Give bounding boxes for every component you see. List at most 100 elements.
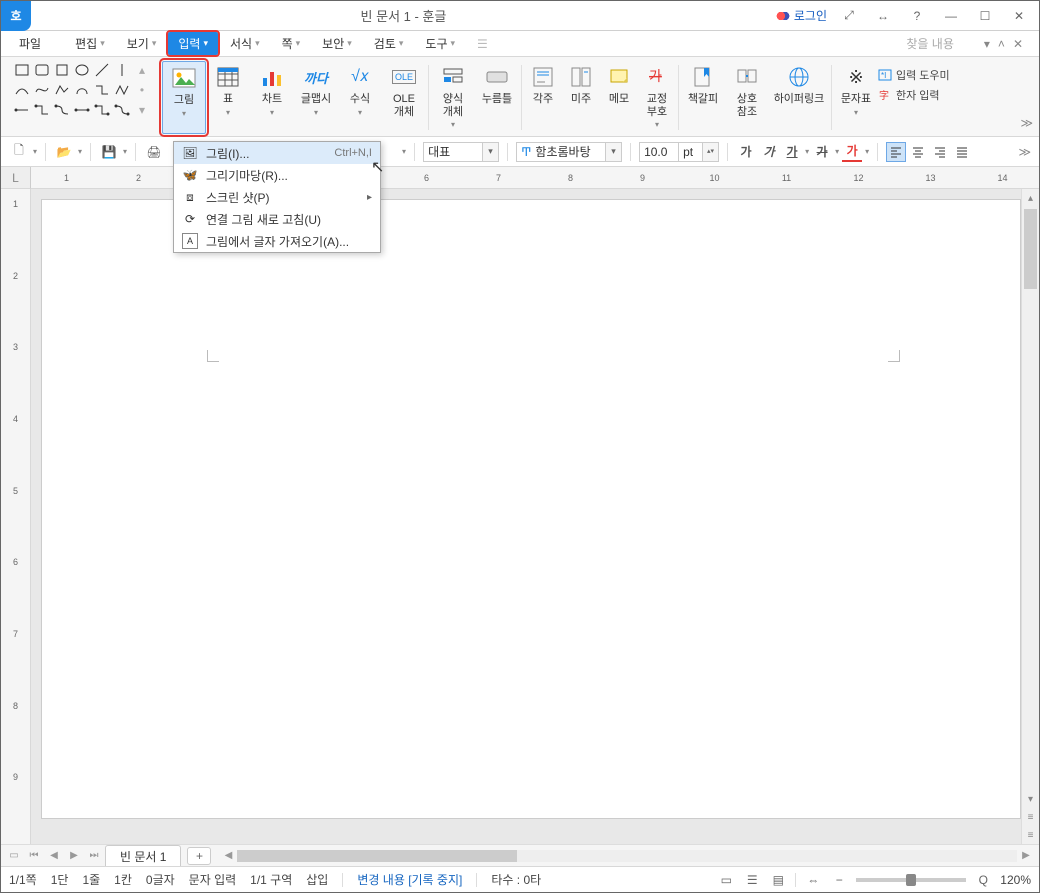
tab-last-icon[interactable]: ⏭ <box>85 847 103 865</box>
horizontal-ruler[interactable]: 1 2 3 4 5 6 7 8 9 10 11 12 13 14 <box>1 167 1039 189</box>
shape-scroll-mid-icon[interactable]: • <box>133 81 151 99</box>
add-tab-button[interactable]: + <box>187 847 211 865</box>
shapes-gallery[interactable]: ▴ • ▾ <box>7 61 157 134</box>
page-viewport[interactable] <box>31 189 1021 844</box>
menu-extra-icon[interactable]: ☰ <box>467 34 498 54</box>
menu-format[interactable]: 서식▾ <box>220 32 270 55</box>
shape-square-icon[interactable] <box>53 61 71 79</box>
scroll-down-icon[interactable]: ▾ <box>1022 790 1039 808</box>
menu-review[interactable]: 검토▾ <box>364 32 414 55</box>
dd-refresh-linked[interactable]: ⟳ 연결 그림 새로 고침(U) <box>174 208 380 230</box>
shape-conn3-icon[interactable] <box>53 101 71 119</box>
view-mode-icon[interactable]: ▭ <box>5 847 23 865</box>
shape-conn2-icon[interactable] <box>33 101 51 119</box>
menu-edit[interactable]: 편집▾ <box>65 32 115 55</box>
shape-conn6-icon[interactable] <box>113 101 131 119</box>
ribbon-charmap-button[interactable]: ※ 문자표 ▾ <box>834 61 878 134</box>
open-icon[interactable]: 📂 <box>54 142 74 162</box>
scroll-nextpage-icon[interactable]: ≡ <box>1022 826 1039 844</box>
shape-conn4-icon[interactable] <box>73 101 91 119</box>
hanja-input-button[interactable]: 字 한자 입력 <box>878 87 950 103</box>
document-page[interactable] <box>41 199 1021 819</box>
ribbon-crossref-button[interactable]: 상호 참조 <box>725 61 769 134</box>
menu-input[interactable]: 입력▾ <box>168 32 218 55</box>
ribbon-bookmark-button[interactable]: 책갈피 <box>681 61 725 134</box>
ribbon-ole-button[interactable]: OLE OLE 개체 <box>382 61 426 134</box>
underline-button[interactable]: 가 <box>782 142 802 162</box>
print-icon[interactable]: 🖨 <box>144 142 164 162</box>
ribbon-pressable-button[interactable]: 누름틀 <box>475 61 519 134</box>
align-center-button[interactable] <box>908 142 928 162</box>
shape-rounded-icon[interactable] <box>33 61 51 79</box>
shape-polyline-icon[interactable] <box>53 81 71 99</box>
font-size-combo[interactable]: 10.0 pt ▴▾ <box>639 142 719 162</box>
shape-rect-icon[interactable] <box>13 61 31 79</box>
save-icon[interactable]: 💾 <box>99 142 119 162</box>
scroll-left-icon[interactable]: ◀ <box>219 847 237 865</box>
shape-elbow-icon[interactable] <box>93 81 111 99</box>
vertical-ruler[interactable]: 1 2 3 4 5 6 7 8 9 <box>1 189 31 844</box>
shape-conn1-icon[interactable] <box>13 101 31 119</box>
view-page-icon[interactable]: ▭ <box>717 871 735 889</box>
menubar-search[interactable]: 찾을 내용 ▾ ˄ ✕ <box>906 35 1031 52</box>
shape-freeform-icon[interactable] <box>73 81 91 99</box>
close-button[interactable]: ✕ <box>1007 6 1031 26</box>
align-justify-button[interactable] <box>952 142 972 162</box>
ribbon-table-button[interactable]: 표 ▾ <box>206 61 250 134</box>
ribbon-memo-button[interactable]: 메모 <box>600 61 638 134</box>
search-dropdown-icon[interactable]: ▾ <box>984 37 990 51</box>
shape-zigzag-icon[interactable] <box>113 81 131 99</box>
dd-insert-picture[interactable]: 🖼 그림(I)... Ctrl+N,I <box>174 142 380 164</box>
zoom-out-button[interactable]: − <box>830 871 848 889</box>
qat-overflow-icon[interactable]: ≫ <box>1018 145 1031 159</box>
status-tracking[interactable]: 변경 내용 [기록 중지] <box>357 871 462 888</box>
dd-drawing-garden[interactable]: 🦋 그리기마당(R)... <box>174 164 380 186</box>
scroll-thumb-v[interactable] <box>1024 209 1037 289</box>
scroll-prevpage-icon[interactable]: ≡ <box>1022 808 1039 826</box>
new-doc-icon[interactable]: 🗋 <box>9 142 29 162</box>
align-right-button[interactable] <box>930 142 950 162</box>
shape-line-icon[interactable] <box>93 61 111 79</box>
help-icon[interactable]: ? <box>905 6 929 26</box>
zoom-in-button[interactable]: Q <box>974 871 992 889</box>
shape-curve-icon[interactable] <box>33 81 51 99</box>
shape-conn5-icon[interactable] <box>93 101 111 119</box>
input-helper-button[interactable]: *I 입력 도우미 <box>878 67 950 83</box>
menu-view[interactable]: 보기▾ <box>117 32 167 55</box>
shape-ellipse-icon[interactable] <box>73 61 91 79</box>
zoom-value[interactable]: 120% <box>1000 873 1031 887</box>
ribbon-footnote-button[interactable]: 각주 <box>524 61 562 134</box>
search-up-icon[interactable]: ˄ <box>998 37 1005 51</box>
menu-security[interactable]: 보안▾ <box>312 32 362 55</box>
login-button[interactable]: 로그인 <box>776 7 827 24</box>
fit-width-icon[interactable]: ⇔ <box>804 871 822 889</box>
scroll-right-icon[interactable]: ▶ <box>1017 847 1035 865</box>
ribbon-formula-button[interactable]: √𝑥 수식 ▾ <box>338 61 382 134</box>
vertical-scrollbar[interactable]: ▴ ▾ ≡ ≡ <box>1021 189 1039 844</box>
style-combo[interactable]: 대표▾ <box>423 142 499 162</box>
dd-ocr[interactable]: A 그림에서 글자 가져오기(A)... <box>174 230 380 252</box>
search-close-icon[interactable]: ✕ <box>1013 37 1023 51</box>
italic-button[interactable]: 가 <box>759 142 779 162</box>
layout-help-icon[interactable]: ↔ <box>871 6 895 26</box>
shape-arc-icon[interactable] <box>13 81 31 99</box>
ribbon-picture-button[interactable]: 그림 ▾ <box>162 61 206 134</box>
document-tab[interactable]: 빈 문서 1 <box>105 845 181 867</box>
shape-scroll-up-icon[interactable]: ▴ <box>133 61 151 79</box>
view-outline-icon[interactable]: ☰ <box>743 871 761 889</box>
tab-first-icon[interactable]: ⏮ <box>25 847 43 865</box>
maximize-button[interactable]: ☐ <box>973 6 997 26</box>
menu-page[interactable]: 쪽▾ <box>272 32 311 55</box>
ribbon-chart-button[interactable]: 차트 ▾ <box>250 61 294 134</box>
menu-file[interactable]: 파일 <box>9 32 51 55</box>
shape-scroll-down-icon[interactable]: ▾ <box>133 101 151 119</box>
ribbon-revision-button[interactable]: 가 교정 부호 ▾ <box>638 61 676 134</box>
font-color-button[interactable]: 가 <box>842 142 862 162</box>
ribbon-wordart-button[interactable]: 까다 글맵시 ▾ <box>294 61 338 134</box>
ribbon-endnote-button[interactable]: 미주 <box>562 61 600 134</box>
dd-screenshot[interactable]: ⧈ 스크린 샷(P) ▸ <box>174 186 380 208</box>
tab-prev-icon[interactable]: ◀ <box>45 847 63 865</box>
zoom-slider[interactable] <box>856 878 966 882</box>
fullscreen-icon[interactable]: ⤢ <box>837 6 861 26</box>
align-left-button[interactable] <box>886 142 906 162</box>
